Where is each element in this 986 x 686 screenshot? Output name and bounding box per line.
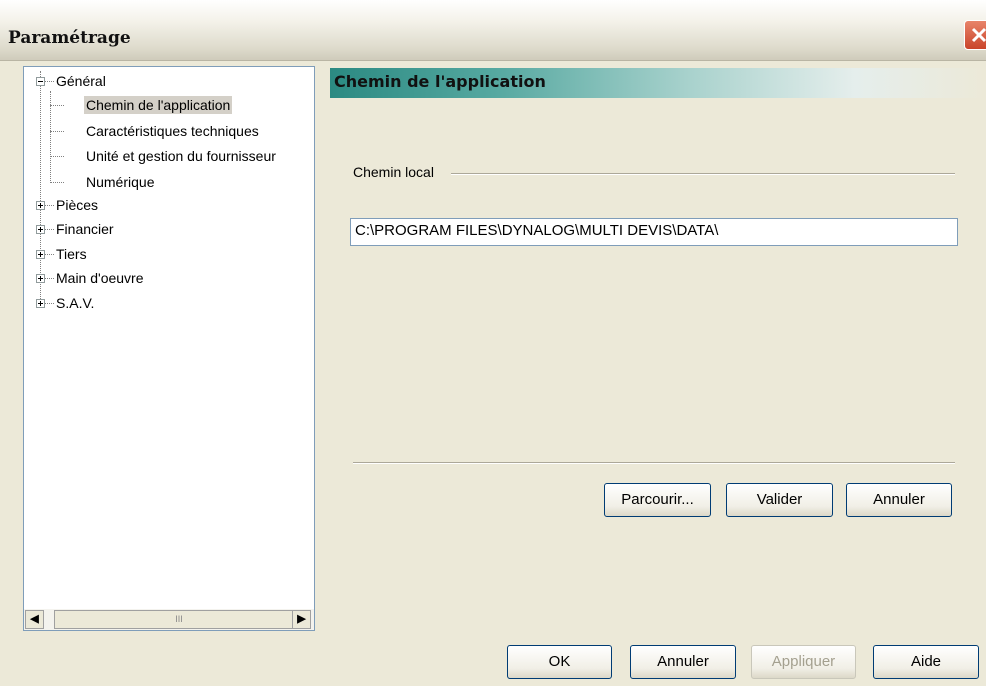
close-icon [971, 27, 986, 43]
group-label-chemin-local: Chemin local [353, 164, 434, 180]
tree-connector [44, 278, 54, 279]
horizontal-scrollbar[interactable]: ◀ III ▶ [24, 609, 314, 630]
tree-item-financier[interactable]: Financier [54, 220, 116, 238]
tree-connector [44, 303, 54, 304]
title-bar: Paramétrage [0, 0, 986, 61]
tree-item-caracteristiques-techniques[interactable]: Caractéristiques techniques [84, 122, 261, 140]
apply-button[interactable]: Appliquer [751, 645, 856, 679]
expand-icon[interactable] [36, 225, 45, 234]
expand-icon[interactable] [36, 201, 45, 210]
scrollbar-thumb[interactable]: III [54, 610, 304, 629]
tree-item-unite-fournisseur[interactable]: Unité et gestion du fournisseur [84, 147, 278, 165]
tree-item-chemin-application[interactable]: Chemin de l'application [84, 96, 233, 114]
tree-connector [50, 182, 64, 183]
tree-item-tiers[interactable]: Tiers [54, 245, 89, 263]
tree-item-numerique[interactable]: Numérique [84, 173, 156, 191]
tree-connector [44, 81, 54, 82]
section-title: Chemin de l'application [334, 72, 546, 91]
tree-item-main-oeuvre[interactable]: Main d'oeuvre [54, 269, 146, 287]
scroll-right-button[interactable]: ▶ [292, 610, 311, 629]
settings-tree[interactable]: Général Chemin de l'application Caractér… [23, 66, 315, 631]
tree-connector [44, 229, 54, 230]
expand-icon[interactable] [36, 274, 45, 283]
close-button[interactable] [964, 20, 986, 50]
window-title: Paramétrage [8, 28, 131, 48]
expand-icon[interactable] [36, 250, 45, 259]
tree-item-pieces[interactable]: Pièces [54, 196, 100, 214]
section-header: Chemin de l'application [330, 68, 986, 98]
expand-icon[interactable] [36, 299, 45, 308]
scroll-left-button[interactable]: ◀ [25, 610, 44, 629]
group-divider [451, 173, 955, 175]
local-path-field[interactable]: C:\PROGRAM FILES\DYNALOG\MULTI DEVIS\DAT… [350, 218, 958, 246]
section-separator [353, 462, 955, 464]
tree-connector [44, 205, 54, 206]
tree-connector [50, 105, 64, 106]
cancel-button[interactable]: Annuler [630, 645, 736, 679]
tree-connector [44, 254, 54, 255]
ok-button[interactable]: OK [507, 645, 612, 679]
panel-cancel-button[interactable]: Annuler [846, 483, 952, 517]
tree-item-sav[interactable]: S.A.V. [54, 294, 96, 312]
tree-connector [50, 131, 64, 132]
tree-item-general[interactable]: Général [54, 72, 108, 90]
help-button[interactable]: Aide [873, 645, 979, 679]
tree-connector [40, 71, 41, 303]
browse-button[interactable]: Parcourir... [604, 483, 711, 517]
tree-connector [50, 156, 64, 157]
validate-button[interactable]: Valider [726, 483, 833, 517]
collapse-icon[interactable] [36, 77, 45, 86]
